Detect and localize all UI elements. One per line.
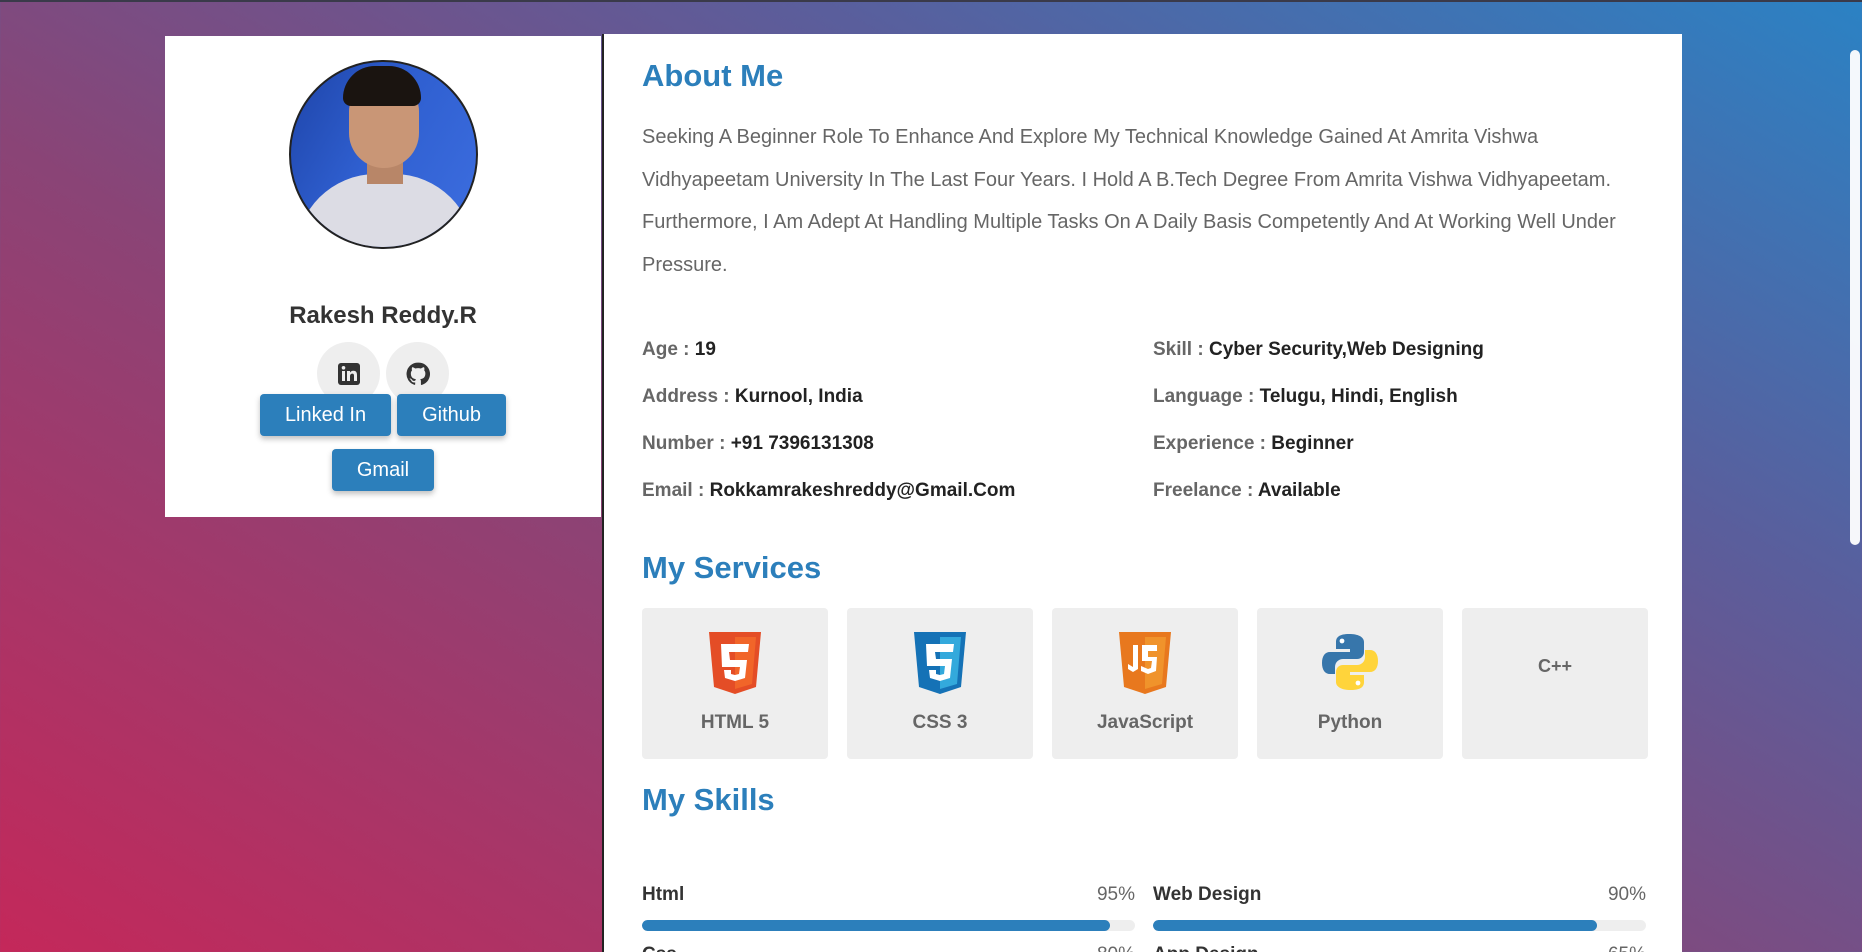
about-text: Seeking A Beginner Role To Enhance And E… [642, 116, 1647, 286]
services-title: My Services [642, 550, 822, 585]
skill-progress-fill [1153, 920, 1597, 931]
service-card-html5: HTML 5 [642, 608, 828, 759]
service-label: HTML 5 [700, 712, 770, 733]
skill-percent: 65% [1608, 944, 1646, 952]
services-grid: HTML 5 CSS 3 JavaScript Python C++ [642, 608, 1648, 759]
python-icon [1322, 634, 1378, 690]
avatar [289, 60, 478, 249]
info-number: Number : +91 7396131308 [642, 433, 874, 454]
info-list-left: Age : 19 Address : Kurnool, India Number… [642, 339, 1142, 527]
github-button[interactable]: Github [397, 394, 507, 436]
service-label: C++ [1537, 656, 1573, 676]
skill-app-design: App Design 65% [1153, 944, 1646, 952]
skill-progress-fill [642, 920, 1111, 931]
css3-icon [914, 632, 966, 694]
profile-card: Rakesh Reddy.R Linked In Github Gmail [165, 36, 601, 517]
about-paragraph: Seeking A Beginner Role To Enhance And E… [642, 126, 1612, 191]
profile-name: Rakesh Reddy.R [289, 302, 477, 329]
skill-name: App Design [1153, 944, 1259, 952]
skill-percent: 95% [1096, 884, 1135, 905]
page-scrollbar[interactable] [1848, 40, 1862, 952]
skills-title: My Skills [642, 782, 775, 817]
service-label: CSS 3 [912, 712, 968, 733]
service-card-cpp: C++ [1462, 608, 1648, 759]
about-paragraph: Furthermore, I Am Adept At Handling Mult… [642, 211, 1616, 276]
service-label: Python [1317, 712, 1383, 733]
main-card: About Me Seeking A Beginner Role To Enha… [602, 34, 1682, 952]
service-card-python: Python [1257, 608, 1443, 759]
window-top-border [0, 0, 1862, 2]
skill-html: Html 95% [642, 884, 1135, 931]
info-list-right: Skill : Cyber Security,Web Designing Lan… [1153, 339, 1653, 527]
linkedin-button[interactable]: Linked In [259, 394, 392, 436]
service-card-javascript: JavaScript [1052, 608, 1238, 759]
skill-web-design: Web Design 90% [1153, 884, 1646, 931]
info-address: Address : Kurnool, India [642, 386, 863, 407]
skill-progress-bar [1153, 920, 1646, 931]
gmail-button[interactable]: Gmail [331, 449, 435, 491]
info-freelance: Freelance : Available [1153, 480, 1341, 501]
info-skill: Skill : Cyber Security,Web Designing [1153, 339, 1484, 360]
skill-css: Css 80% [642, 944, 1135, 952]
service-label: JavaScript [1096, 712, 1194, 733]
about-title: About Me [642, 58, 784, 93]
info-email: Email : Rokkamrakeshreddy@Gmail.Com [642, 480, 1016, 501]
skill-name: Html [642, 884, 685, 905]
skill-name: Web Design [1153, 884, 1262, 905]
info-age: Age : 19 [642, 339, 716, 360]
scrollbar-thumb[interactable] [1850, 50, 1860, 545]
skill-name: Css [642, 944, 677, 952]
skill-percent: 90% [1607, 884, 1646, 905]
skill-percent: 80% [1097, 944, 1135, 952]
javascript-icon [1119, 632, 1171, 694]
service-card-css3: CSS 3 [847, 608, 1033, 759]
info-experience: Experience : Beginner [1153, 433, 1354, 454]
html5-icon [709, 632, 761, 694]
skill-progress-bar [642, 920, 1135, 931]
info-language: Language : Telugu, Hindi, English [1153, 386, 1458, 407]
